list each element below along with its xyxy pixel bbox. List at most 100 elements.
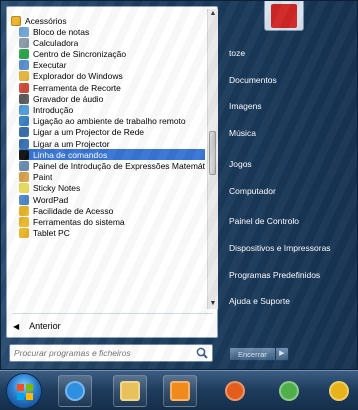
program-item[interactable]: Paint [19,172,205,183]
program-label: Ferramenta de Recorte [33,82,121,93]
program-item[interactable]: Gravador de áudio [19,93,205,104]
taskbar [0,370,358,410]
program-label: Linha de comandos [33,149,108,160]
link-jogos[interactable]: Jogos [229,159,252,169]
program-label: Ferramentas do sistema [33,216,125,227]
program-label: Calculadora [33,37,79,48]
internet-explorer-icon [65,381,85,401]
link-imagens[interactable]: Imagens [229,101,262,111]
program-label: Introdução [33,104,74,115]
firefox-icon [225,381,245,401]
run-icon [19,60,29,71]
program-label: Tablet PC [33,228,70,239]
scroll-down-arrow-icon[interactable]: ▼ [208,299,218,309]
program-label: Centro de Sincronização [33,48,127,59]
shutdown-options-arrow-icon[interactable]: ▶ [275,347,289,361]
program-item[interactable]: Painel de Introdução de Expressões Matem… [19,160,205,171]
program-item[interactable]: Ligar a um Projector de Rede [19,127,205,138]
taskbar-button[interactable] [218,375,252,407]
program-label: Ligar a um Projector [33,138,110,149]
program-label: Explorador do Windows [33,71,123,82]
math-input-icon [19,160,29,171]
sync-center-icon [19,48,29,59]
link-programas-predefinidos[interactable]: Programas Predefinidos [229,270,320,280]
programs-list: Acessórios Bloco de notas Calculadora Cent… [7,7,207,309]
start-button[interactable] [6,373,42,409]
getting-started-icon [19,104,29,115]
program-item[interactable]: Explorador do Windows [19,71,205,82]
folder-acessorios[interactable]: Acessórios [11,15,207,26]
program-item[interactable]: Linha de comandos [19,149,205,161]
user-name[interactable]: toze [229,48,245,58]
snipping-tool-icon [19,82,29,93]
taskbar-button[interactable] [113,375,147,407]
program-label: Facilidade de Acesso [33,205,114,216]
program-label: Ligar a um Projector de Rede [33,127,145,138]
link-ajuda[interactable]: Ajuda e Suporte [229,296,290,306]
program-item[interactable]: Introdução [19,104,205,115]
program-item[interactable]: Calculadora [19,37,205,48]
programs-pane: Acessórios Bloco de notas Calculadora Cent… [6,6,218,338]
program-label: Sticky Notes [33,183,81,194]
program-item[interactable]: Tablet PC [19,228,205,239]
media-player-icon [170,381,190,401]
link-documentos[interactable]: Documentos [229,75,277,85]
folder-open-icon [11,15,21,26]
link-musica[interactable]: Música [229,128,256,138]
program-item[interactable]: Bloco de notas [19,26,205,37]
user-picture[interactable] [264,1,304,31]
network-projector-icon [19,127,29,138]
folder-label: Acessórios [25,15,67,26]
search-icon [196,347,208,359]
program-label: Paint [33,172,53,183]
program-label: Gravador de áudio [33,93,104,104]
link-computador[interactable]: Computador [229,186,276,196]
command-prompt-icon [19,149,29,160]
remote-desktop-icon [19,116,29,127]
program-label: WordPad [33,194,69,205]
program-item[interactable]: Ferramenta de Recorte [19,82,205,93]
program-item[interactable]: WordPad [19,194,205,205]
program-item[interactable]: Sticky Notes [19,183,205,194]
programs-scrollbar[interactable]: ▲ ▼ [207,9,218,309]
program-item[interactable]: Ferramentas do sistema [19,216,205,227]
calculator-icon [19,37,29,48]
program-item[interactable]: Ligar a um Projector [19,138,205,149]
scroll-up-arrow-icon[interactable]: ▲ [208,9,218,19]
link-dispositivos[interactable]: Dispositivos e Impressoras [229,243,331,253]
projector-icon [19,138,29,149]
program-item[interactable]: Executar [19,60,205,71]
messenger-icon [279,381,299,401]
search-input[interactable] [10,347,195,359]
program-item[interactable]: Centro de Sincronização [19,48,205,59]
program-label: Executar [33,60,67,71]
back-arrow-icon: ◀ [13,321,20,331]
taskbar-button[interactable] [58,375,92,407]
user-picture-image [271,3,297,28]
program-label: Bloco de notas [33,26,90,37]
folder-icon [19,205,29,216]
taskbar-button[interactable] [163,375,197,407]
microphone-icon [19,93,29,104]
scroll-thumb[interactable] [209,131,216,175]
program-label: Painel de Introdução de Expressões Matem… [33,160,205,171]
wordpad-icon [19,194,29,205]
windows-logo-icon [17,384,33,400]
divider [13,313,213,314]
program-item[interactable]: Ligação ao ambiente de trabalho remoto [19,116,205,127]
link-painel-controlo[interactable]: Painel de Controlo [229,216,299,226]
back-button[interactable]: ◀ Anterior [13,320,61,332]
chrome-icon [329,381,349,401]
back-label: Anterior [29,321,61,331]
search-box[interactable] [9,344,213,362]
sticky-notes-icon [19,183,29,194]
program-item[interactable]: Facilidade de Acesso [19,205,205,216]
notepad-icon [19,26,29,37]
taskbar-button[interactable] [322,375,356,407]
paint-icon [19,172,29,183]
taskbar-button[interactable] [272,375,306,407]
shutdown-button[interactable]: Encerrar [229,347,276,361]
shutdown-group: Encerrar ▶ [229,347,289,361]
start-menu: Acessórios Bloco de notas Calculadora Cent… [0,0,358,370]
file-explorer-icon [120,381,140,401]
